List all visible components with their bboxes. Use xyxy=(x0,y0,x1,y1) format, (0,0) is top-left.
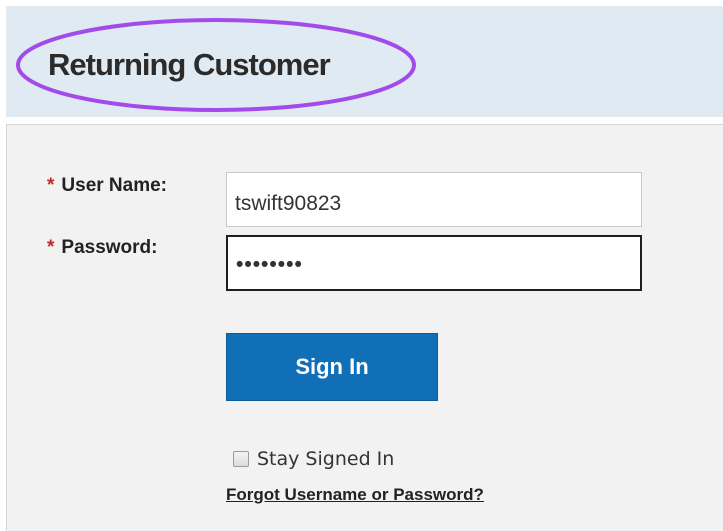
username-input[interactable] xyxy=(226,172,642,227)
password-label-text: Password: xyxy=(61,237,158,258)
stay-signed-in-checkbox[interactable] xyxy=(233,451,249,467)
password-label: * Password: xyxy=(47,236,158,260)
section-title: Returning Customer xyxy=(48,47,331,82)
required-marker: * xyxy=(47,237,55,258)
username-label-text: User Name: xyxy=(61,175,168,196)
username-label: * User Name: xyxy=(47,174,167,198)
sign-in-button[interactable]: Sign In xyxy=(226,333,438,401)
required-marker: * xyxy=(47,175,55,196)
forgot-credentials-link[interactable]: Forgot Username or Password? xyxy=(226,484,484,506)
password-input[interactable] xyxy=(226,235,642,291)
stay-signed-in-label[interactable]: Stay Signed In xyxy=(257,448,394,470)
stay-signed-in-row[interactable]: Stay Signed In xyxy=(233,446,394,472)
